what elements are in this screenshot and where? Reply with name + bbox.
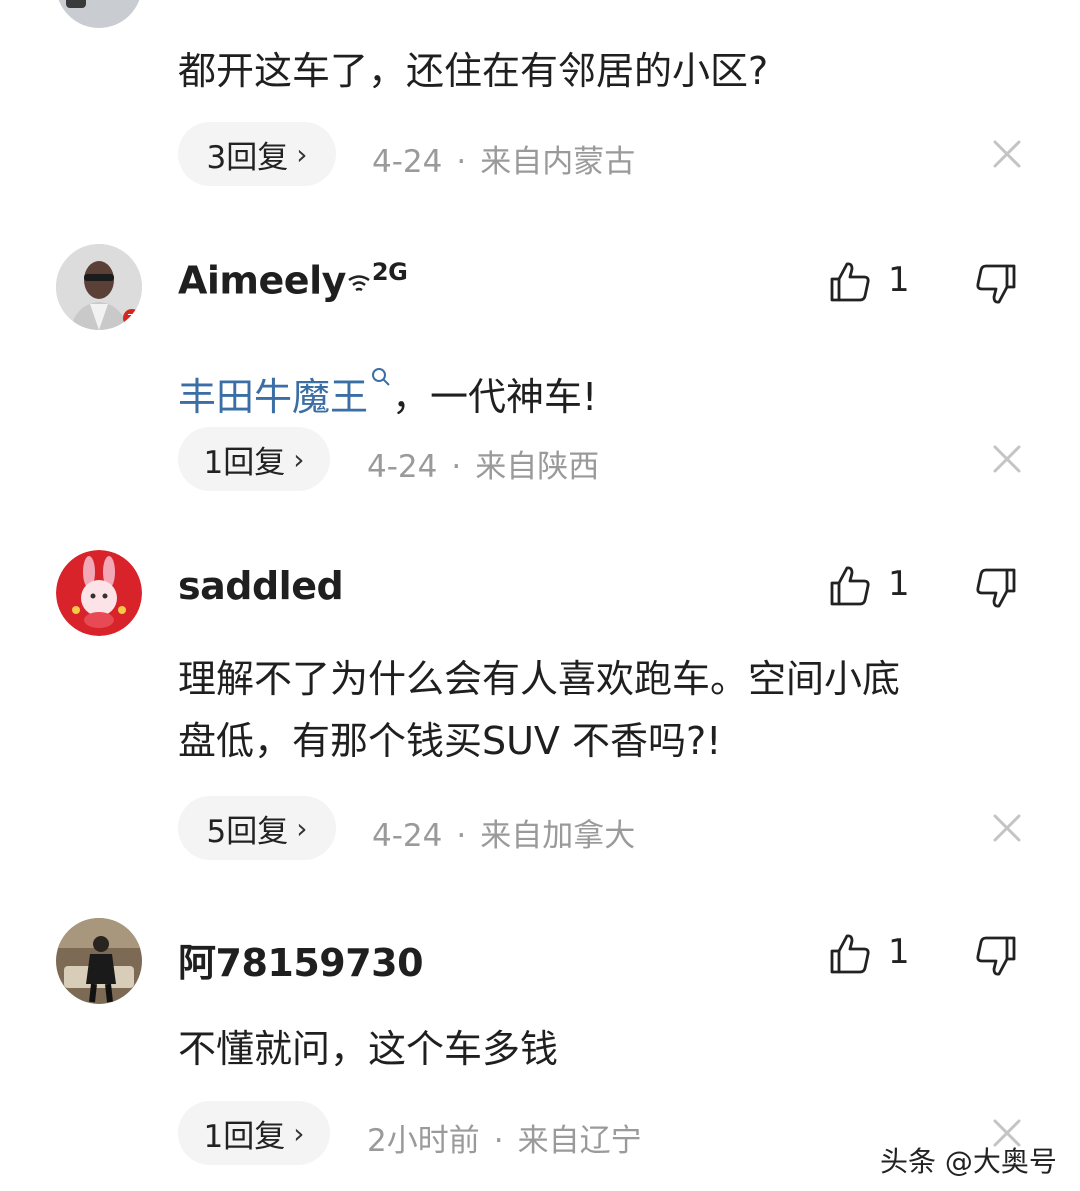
content-line-1: 理解不了为什么会有人喜欢跑车。空间小底: [178, 657, 901, 701]
like-count: 1: [888, 260, 910, 300]
reply-count: 3回复: [206, 139, 289, 176]
comment-location: 来自辽宁: [517, 1123, 642, 1159]
comment-4-replies-button[interactable]: 1回复 ›: [178, 1101, 330, 1165]
meta-separator: ·: [456, 818, 467, 854]
comment-date: 4-24: [372, 144, 443, 180]
comment-3-meta: 4-24 · 来自加拿大: [372, 810, 635, 855]
meta-separator: ·: [493, 1123, 504, 1159]
comment-location: 来自加拿大: [480, 818, 636, 854]
thumbs-down-icon[interactable]: [974, 566, 1018, 610]
comment-location: 来自内蒙古: [480, 144, 636, 180]
comment-3-content: 理解不了为什么会有人喜欢跑车。空间小底 盘低，有那个钱买SUV 不香吗?!: [178, 648, 1018, 772]
close-icon[interactable]: [990, 137, 1024, 171]
comment-4-content: 不懂就问，这个车多钱: [178, 1027, 559, 1071]
thumbs-up-icon[interactable]: [828, 564, 872, 608]
chevron-right-icon: ›: [296, 811, 308, 845]
signal-icon: [346, 261, 372, 291]
thumbs-up-icon[interactable]: [828, 932, 872, 976]
username-text: Aimeely: [178, 258, 346, 303]
content-line-2: 盘低，有那个钱买SUV 不香吗?!: [178, 719, 722, 763]
reply-count: 5回复: [206, 813, 289, 850]
topic-link[interactable]: 丰田牛魔王: [178, 375, 368, 419]
like-count: 1: [888, 932, 910, 972]
meta-separator: ·: [451, 449, 462, 485]
comment-1-replies-button[interactable]: 3回复 ›: [178, 122, 336, 186]
meta-separator: ·: [456, 144, 467, 180]
reply-count: 1回复: [203, 444, 286, 481]
chevron-right-icon: ›: [293, 442, 305, 476]
thumbs-up-icon[interactable]: [828, 260, 872, 304]
comment-location: 来自陕西: [475, 449, 600, 485]
close-icon[interactable]: [990, 811, 1024, 845]
comment-3-replies-button[interactable]: 5回复 ›: [178, 796, 336, 860]
search-icon[interactable]: [370, 344, 392, 386]
comment-4-username[interactable]: 阿78159730: [178, 932, 424, 987]
comment-1-content: 都开这车了，还住在有邻居的小区?: [178, 49, 769, 93]
close-icon[interactable]: [990, 442, 1024, 476]
comment-date: 4-24: [372, 818, 443, 854]
comment-2-replies-button[interactable]: 1回复 ›: [178, 427, 330, 491]
comment-2-meta: 4-24 · 来自陕西: [367, 441, 599, 486]
thumbs-down-icon[interactable]: [974, 262, 1018, 306]
avatar-a78159730[interactable]: [56, 918, 142, 1004]
chevron-right-icon: ›: [293, 1116, 305, 1150]
comment-3-username[interactable]: saddled: [178, 564, 344, 608]
chevron-right-icon: ›: [296, 137, 308, 171]
comment-4-meta: 2小时前 · 来自辽宁: [367, 1115, 642, 1160]
thumbs-down-icon[interactable]: [974, 934, 1018, 978]
comment-date: 4-24: [367, 449, 438, 485]
reply-count: 1回复: [203, 1118, 286, 1155]
comment-1-meta: 4-24 · 来自内蒙古: [372, 136, 635, 181]
avatar-aimeely[interactable]: T: [56, 244, 142, 330]
watermark: 头条 @大奥号: [880, 1145, 1057, 1178]
comment-text: ，一代神车!: [392, 375, 598, 419]
avatar-cropped[interactable]: [56, 0, 142, 28]
svg-text:T: T: [127, 312, 136, 326]
comment-2-username[interactable]: Aimeely 2G: [178, 258, 408, 303]
comment-2-content: 丰田牛魔王 ，一代神车!: [178, 344, 1018, 428]
comment-date: 2小时前: [367, 1123, 480, 1159]
network-badge: 2G: [371, 258, 408, 286]
avatar-saddled[interactable]: [56, 550, 142, 636]
like-count: 1: [888, 564, 910, 604]
